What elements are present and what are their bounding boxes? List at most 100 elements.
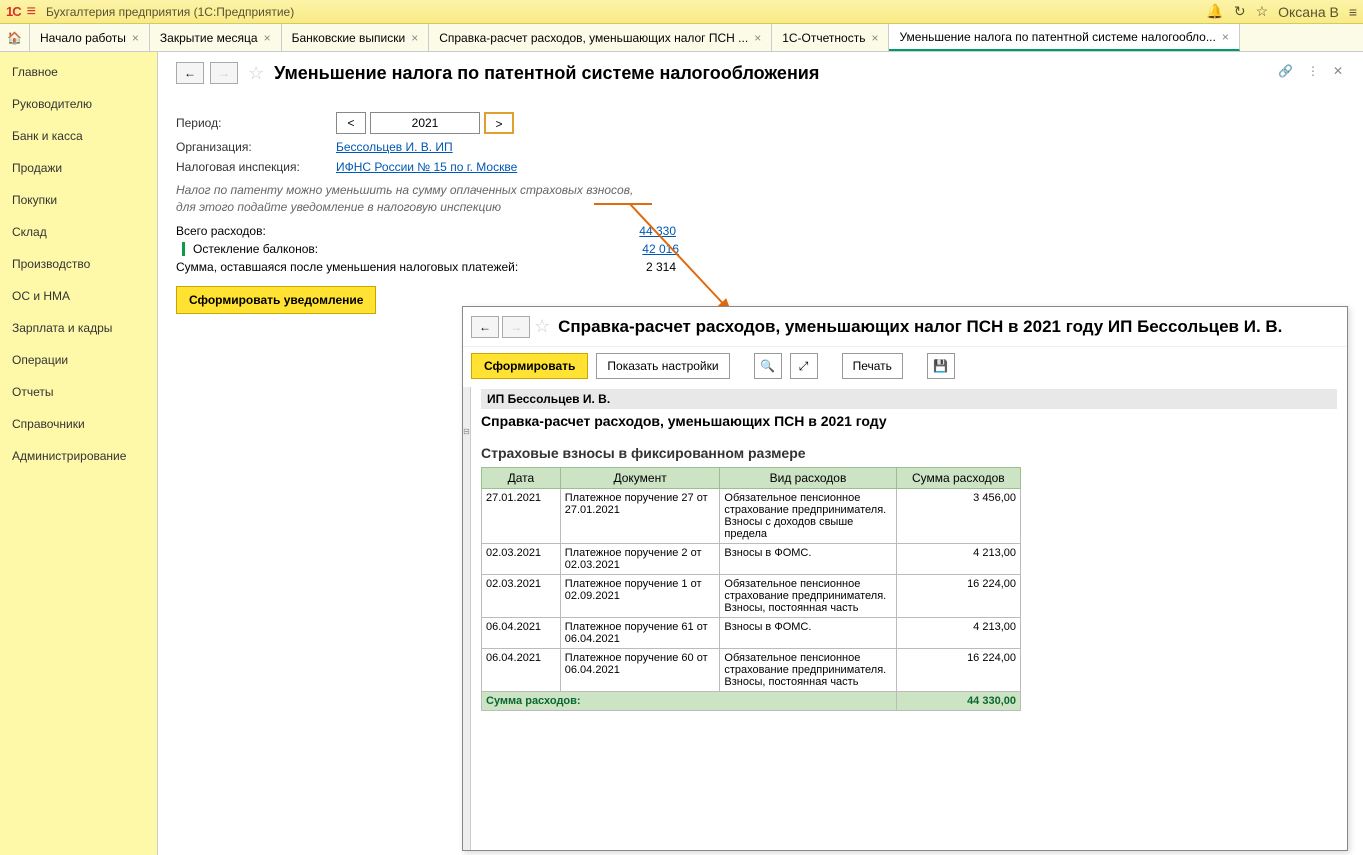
total-label-cell: Сумма расходов:: [482, 692, 897, 711]
popup-title: Справка-расчет расходов, уменьшающих нал…: [558, 317, 1282, 337]
popup-nav-back-button[interactable]: ←: [471, 316, 499, 338]
nav-forward-button[interactable]: →: [210, 62, 238, 84]
col-type: Вид расходов: [720, 468, 896, 489]
total-label: Всего расходов:: [176, 224, 606, 238]
period-value[interactable]: 2021: [370, 112, 480, 134]
table-row: 27.01.2021Платежное поручение 27 от 27.0…: [482, 489, 1021, 544]
tab-0[interactable]: Начало работы ×: [30, 24, 150, 51]
tab-label: Начало работы: [40, 31, 126, 45]
remain-value: 2 314: [606, 260, 676, 274]
sidebar-item-12[interactable]: Администрирование: [0, 440, 157, 472]
tab-label: 1С-Отчетность: [782, 31, 865, 45]
org-label: Организация:: [176, 140, 336, 154]
tab-close-icon[interactable]: ×: [871, 31, 878, 45]
expand-icon[interactable]: ⤢: [790, 353, 818, 379]
generate-notification-button[interactable]: Сформировать уведомление: [176, 286, 376, 314]
home-tab[interactable]: 🏠: [0, 24, 30, 51]
item-link[interactable]: 42 016: [609, 242, 679, 256]
tab-4[interactable]: 1С-Отчетность ×: [772, 24, 889, 51]
org-link[interactable]: Бессольцев И. В. ИП: [336, 140, 453, 154]
tab-close-icon[interactable]: ×: [754, 31, 761, 45]
bell-icon[interactable]: 🔔: [1206, 3, 1223, 20]
sidebar-item-6[interactable]: Производство: [0, 248, 157, 280]
show-settings-button[interactable]: Показать настройки: [596, 353, 729, 379]
tab-label: Справка-расчет расходов, уменьшающих нал…: [439, 31, 748, 45]
hint-text: Налог по патенту можно уменьшить на сумм…: [176, 182, 1345, 216]
nav-back-button[interactable]: ←: [176, 62, 204, 84]
sidebar-item-2[interactable]: Банк и касса: [0, 120, 157, 152]
sidebar-item-5[interactable]: Склад: [0, 216, 157, 248]
tab-2[interactable]: Банковские выписки×: [282, 24, 430, 51]
menu-icon[interactable]: ≡: [1349, 4, 1357, 20]
tab-close-icon[interactable]: ×: [411, 31, 418, 45]
sidebar-item-3[interactable]: Продажи: [0, 152, 157, 184]
col-date: Дата: [482, 468, 561, 489]
report-org: ИП Бессольцев И. В.: [481, 389, 1337, 409]
sidebar-item-0[interactable]: Главное: [0, 56, 157, 88]
cell-sum: 16 224,00: [896, 575, 1020, 618]
save-icon[interactable]: 💾: [927, 353, 955, 379]
popup-nav-forward-button[interactable]: →: [502, 316, 530, 338]
sidebar: ГлавноеРуководителюБанк и кассаПродажиПо…: [0, 52, 158, 855]
col-sum: Сумма расходов: [896, 468, 1020, 489]
cell-doc: Платежное поручение 60 от 06.04.2021: [560, 649, 720, 692]
page-title: Уменьшение налога по патентной системе н…: [274, 63, 819, 84]
cell-type: Обязательное пенсионное страхование пред…: [720, 575, 896, 618]
sidebar-item-8[interactable]: Зарплата и кадры: [0, 312, 157, 344]
tax-link[interactable]: ИФНС России № 15 по г. Москве: [336, 160, 517, 174]
kebab-icon[interactable]: ⋮: [1307, 64, 1319, 78]
table-row: 02.03.2021Платежное поручение 2 от 02.03…: [482, 544, 1021, 575]
hamburger-icon[interactable]: ≡: [27, 3, 36, 21]
table-row: 06.04.2021Платежное поручение 61 от 06.0…: [482, 618, 1021, 649]
report-table: Дата Документ Вид расходов Сумма расходо…: [481, 467, 1021, 711]
search-icon[interactable]: 🔍: [754, 353, 782, 379]
tab-label: Уменьшение налога по патентной системе н…: [899, 30, 1215, 44]
section-title: Страховые взносы в фиксированном размере: [481, 439, 1337, 467]
table-row: 06.04.2021Платежное поручение 60 от 06.0…: [482, 649, 1021, 692]
tabstrip: 🏠 Начало работы×Закрытие месяца×Банковск…: [0, 24, 1363, 52]
period-prev-button[interactable]: <: [336, 112, 366, 134]
titlebar: 1C ≡ Бухгалтерия предприятия (1С:Предпри…: [0, 0, 1363, 24]
sidebar-item-1[interactable]: Руководителю: [0, 88, 157, 120]
cell-type: Обязательное пенсионное страхование пред…: [720, 489, 896, 544]
sidebar-item-4[interactable]: Покупки: [0, 184, 157, 216]
ruler: ⊟: [463, 387, 471, 850]
tax-label: Налоговая инспекция:: [176, 160, 336, 174]
generate-button[interactable]: Сформировать: [471, 353, 588, 379]
cell-doc: Платежное поручение 27 от 27.01.2021: [560, 489, 720, 544]
col-doc: Документ: [560, 468, 720, 489]
tab-5[interactable]: Уменьшение налога по патентной системе н…: [889, 24, 1239, 51]
cell-type: Обязательное пенсионное страхование пред…: [720, 649, 896, 692]
cell-date: 02.03.2021: [482, 544, 561, 575]
favorite-icon[interactable]: ☆: [248, 63, 264, 84]
period-next-button[interactable]: >: [484, 112, 514, 134]
username[interactable]: Оксана В: [1278, 4, 1339, 20]
sidebar-item-10[interactable]: Отчеты: [0, 376, 157, 408]
print-button[interactable]: Печать: [842, 353, 903, 379]
tab-close-icon[interactable]: ×: [1222, 30, 1229, 44]
cell-sum: 3 456,00: [896, 489, 1020, 544]
total-value-cell: 44 330,00: [896, 692, 1020, 711]
total-link[interactable]: 44 330: [606, 224, 676, 238]
cell-sum: 4 213,00: [896, 618, 1020, 649]
cell-date: 27.01.2021: [482, 489, 561, 544]
tab-1[interactable]: Закрытие месяца ×: [150, 24, 282, 51]
cell-type: Взносы в ФОМС.: [720, 544, 896, 575]
sidebar-item-9[interactable]: Операции: [0, 344, 157, 376]
popup-favorite-icon[interactable]: ☆: [534, 316, 550, 337]
close-icon[interactable]: ✕: [1333, 64, 1343, 78]
tab-3[interactable]: Справка-расчет расходов, уменьшающих нал…: [429, 24, 772, 51]
history-icon[interactable]: ↻: [1234, 3, 1246, 20]
app-title: Бухгалтерия предприятия (1С:Предприятие): [46, 5, 294, 19]
tab-close-icon[interactable]: ×: [264, 31, 271, 45]
sidebar-item-7[interactable]: ОС и НМА: [0, 280, 157, 312]
cell-date: 02.03.2021: [482, 575, 561, 618]
star-icon[interactable]: ☆: [1256, 3, 1269, 20]
sidebar-item-11[interactable]: Справочники: [0, 408, 157, 440]
cell-doc: Платежное поручение 2 от 02.03.2021: [560, 544, 720, 575]
report-popup: ← → ☆ Справка-расчет расходов, уменьшающ…: [462, 306, 1348, 851]
cell-sum: 16 224,00: [896, 649, 1020, 692]
tab-close-icon[interactable]: ×: [132, 31, 139, 45]
tab-label: Закрытие месяца: [160, 31, 258, 45]
link-icon[interactable]: 🔗: [1278, 64, 1293, 78]
